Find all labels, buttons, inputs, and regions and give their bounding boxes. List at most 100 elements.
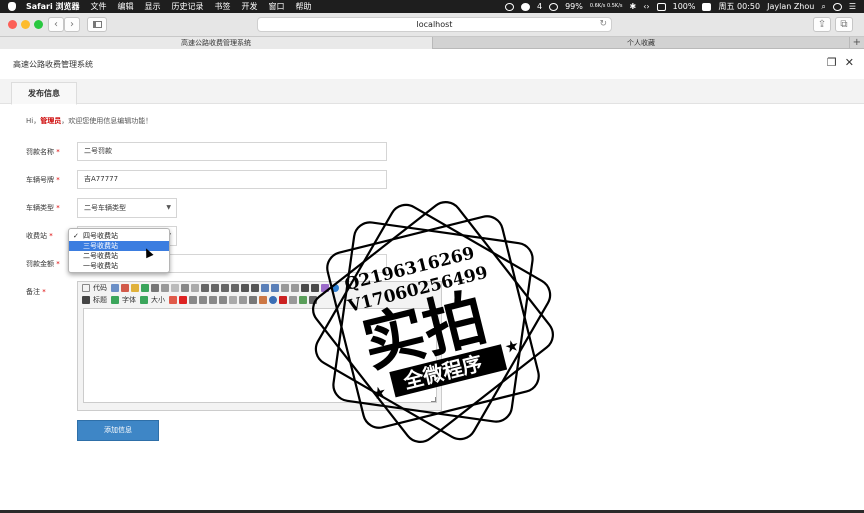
wifi-icon[interactable]: [656, 2, 666, 11]
vehicle-type-value: 二号车辆类型: [84, 204, 126, 212]
dropdown-option[interactable]: ✓ 四号收费站: [69, 231, 169, 241]
resize-handle-icon[interactable]: [431, 397, 436, 402]
zoom-window-icon[interactable]: [34, 20, 43, 29]
qq-icon[interactable]: [520, 2, 530, 11]
sidebar-toggle-button[interactable]: [87, 17, 107, 32]
link-icon[interactable]: [141, 284, 149, 292]
compass-icon[interactable]: [269, 296, 277, 304]
bluetooth-icon[interactable]: ✱: [630, 2, 637, 11]
superscript-icon[interactable]: [291, 284, 299, 292]
hr-icon[interactable]: [249, 296, 257, 304]
ordered-list-icon[interactable]: [241, 284, 249, 292]
strikethrough-icon[interactable]: [219, 296, 227, 304]
plate-label-text: 车辆号牌: [26, 176, 54, 184]
menu-bookmarks[interactable]: 书签: [215, 1, 231, 12]
anchor-icon[interactable]: [259, 296, 267, 304]
font-icon[interactable]: [111, 296, 119, 304]
menu-window[interactable]: 窗口: [269, 1, 285, 12]
vehicle-type-select[interactable]: 二号车辆类型 ▼: [77, 198, 177, 218]
table-icon[interactable]: [239, 296, 247, 304]
cut-icon[interactable]: [161, 284, 169, 292]
paste-text-icon[interactable]: [191, 284, 199, 292]
page-content: 高速公路收费管理系统 ❐ ✕ 发布信息 Hi，管理员，欢迎您使用信息编辑功能！ …: [0, 50, 864, 510]
bold-icon[interactable]: [189, 296, 197, 304]
show-tabs-button[interactable]: ⧉: [835, 17, 853, 32]
fullscreen-icon[interactable]: [321, 284, 329, 292]
find-icon[interactable]: [111, 284, 119, 292]
plate-input[interactable]: 吉A77777: [77, 170, 387, 189]
highlight-icon[interactable]: [179, 296, 187, 304]
menu-view[interactable]: 显示: [145, 1, 161, 12]
minimize-window-icon[interactable]: [21, 20, 30, 29]
reload-icon[interactable]: ↻: [599, 18, 607, 31]
circle-status-icon[interactable]: [549, 2, 559, 11]
image-icon[interactable]: [121, 284, 129, 292]
help-icon[interactable]: [331, 284, 339, 292]
checkbox-icon[interactable]: [82, 284, 90, 292]
new-tab-icon[interactable]: +: [853, 37, 861, 48]
tab-favorites[interactable]: 个人收藏: [433, 37, 850, 49]
wechat-icon[interactable]: [504, 2, 514, 11]
emoticon-icon[interactable]: [131, 284, 139, 292]
apple-logo-icon[interactable]: [8, 2, 16, 11]
source-icon[interactable]: [309, 296, 317, 304]
editor-text-area[interactable]: [83, 308, 437, 403]
forward-button[interactable]: ›: [64, 17, 80, 32]
align-right-icon[interactable]: [221, 284, 229, 292]
underline-icon[interactable]: [209, 296, 217, 304]
italic-icon[interactable]: [199, 296, 207, 304]
browser-toolbar: ‹ › localhost ↻ ⇪ ⧉: [0, 13, 864, 37]
text-color-icon[interactable]: [169, 296, 177, 304]
align-justify-icon[interactable]: [231, 284, 239, 292]
size-button[interactable]: 大小: [151, 295, 165, 305]
spotlight-icon[interactable]: ⌕: [821, 2, 825, 12]
heading-icon[interactable]: [82, 296, 90, 304]
tab-label: 高速公路收费管理系统: [181, 39, 251, 47]
back-button[interactable]: ‹: [48, 17, 64, 32]
copy-icon[interactable]: [171, 284, 179, 292]
indent-icon[interactable]: [261, 284, 269, 292]
menu-file[interactable]: 文件: [91, 1, 107, 12]
close-window-icon[interactable]: [8, 20, 17, 29]
restore-icon[interactable]: ❐: [827, 56, 837, 69]
subscript-icon[interactable]: [281, 284, 289, 292]
unordered-list-icon[interactable]: [251, 284, 259, 292]
clear-format-icon[interactable]: [301, 284, 309, 292]
dropdown-option[interactable]: 三号收费站: [69, 241, 169, 251]
user-name[interactable]: Jaylan Zhou: [767, 2, 814, 11]
dropdown-option[interactable]: 一号收费站: [69, 261, 169, 271]
size-icon[interactable]: [140, 296, 148, 304]
print-icon[interactable]: [151, 284, 159, 292]
tab-publish-info[interactable]: 发布信息: [11, 82, 77, 105]
align-left-icon[interactable]: [201, 284, 209, 292]
special-char-icon[interactable]: [299, 296, 307, 304]
battery-icon[interactable]: [702, 2, 712, 11]
line-height-icon[interactable]: [229, 296, 237, 304]
dropdown-option[interactable]: 二号收费站: [69, 251, 169, 261]
menu-help[interactable]: 帮助: [296, 1, 312, 12]
notification-center-icon[interactable]: ☰: [849, 2, 856, 11]
tab-expressway-system[interactable]: 高速公路收费管理系统: [0, 37, 433, 49]
clock[interactable]: 周五 00:50: [718, 1, 760, 12]
paste-icon[interactable]: [181, 284, 189, 292]
required-mark: *: [56, 260, 60, 268]
align-center-icon[interactable]: [211, 284, 219, 292]
siri-icon[interactable]: [832, 2, 842, 11]
outdent-icon[interactable]: [271, 284, 279, 292]
code-icon[interactable]: ‹›: [643, 2, 649, 11]
close-icon[interactable]: ✕: [845, 56, 854, 69]
menu-edit[interactable]: 编辑: [118, 1, 134, 12]
font-button[interactable]: 字体: [122, 295, 136, 305]
media-icon[interactable]: [289, 296, 297, 304]
heading-button[interactable]: 标题: [93, 295, 107, 305]
flash-icon[interactable]: [279, 296, 287, 304]
address-bar[interactable]: localhost ↻: [257, 17, 612, 32]
menu-develop[interactable]: 开发: [242, 1, 258, 12]
fine-name-input[interactable]: 二号罚款: [77, 142, 387, 161]
add-info-button[interactable]: 添加信息: [77, 420, 159, 441]
share-button[interactable]: ⇪: [813, 17, 831, 32]
code-button[interactable]: 代码: [93, 283, 107, 293]
menu-history[interactable]: 历史记录: [172, 1, 204, 12]
select-all-icon[interactable]: [311, 284, 319, 292]
menu-app-name[interactable]: Safari 浏览器: [26, 1, 80, 12]
